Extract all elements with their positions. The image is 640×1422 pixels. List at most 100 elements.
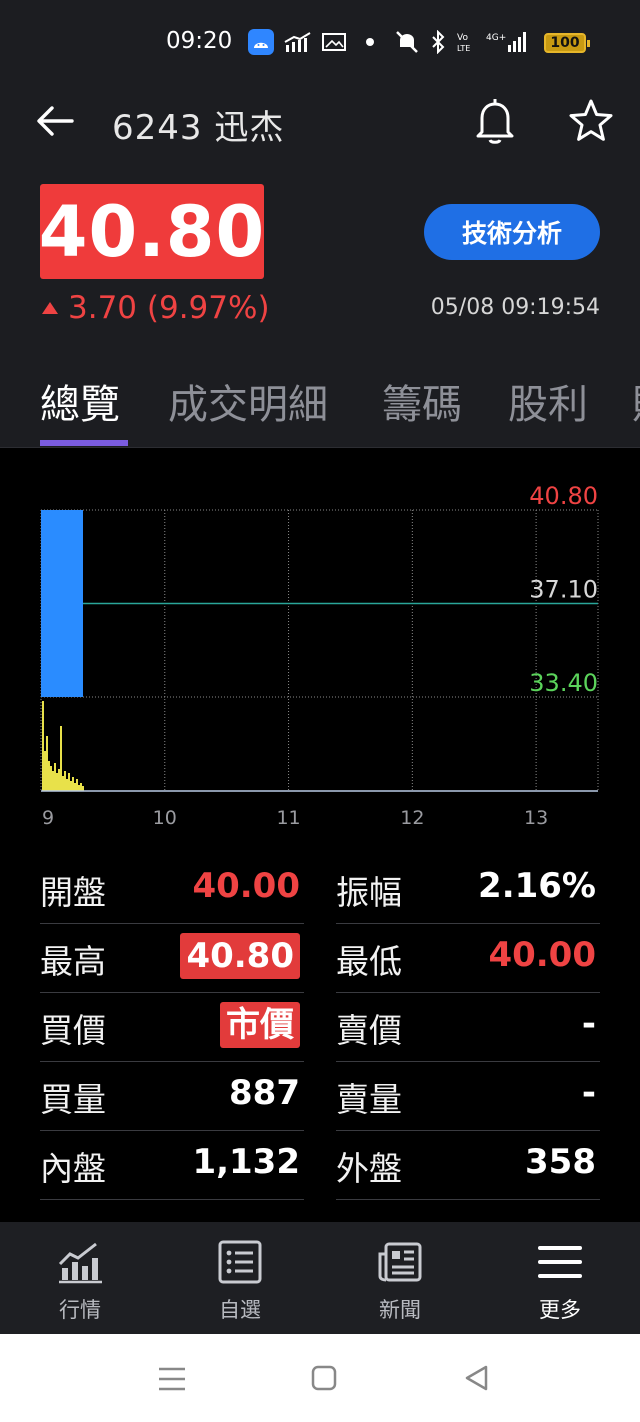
nav-more[interactable]: 更多	[480, 1222, 640, 1334]
volume-bar	[76, 779, 78, 791]
status-icons: Vo LTE 4G+	[248, 27, 526, 57]
price-area	[41, 510, 83, 697]
page-title: 6243 迅杰	[112, 108, 285, 148]
bottom-navigation: 行情 自選 新聞 更多	[0, 1222, 640, 1334]
nav-more-label: 更多	[539, 1298, 581, 1322]
mute-bell-icon	[396, 31, 418, 53]
volume-bar	[70, 781, 72, 791]
volume-bar	[50, 766, 52, 791]
x-axis-tick: 9	[42, 807, 54, 829]
tab-active-indicator	[40, 440, 128, 446]
home-icon	[311, 1365, 337, 1391]
alert-button[interactable]	[470, 96, 520, 146]
stat-value: 1,132	[192, 1142, 300, 1182]
back-button[interactable]	[34, 100, 76, 142]
home-button[interactable]	[304, 1362, 344, 1396]
stat-label: 賣量	[336, 1080, 402, 1119]
svg-text:LTE: LTE	[457, 44, 470, 53]
nav-quotes[interactable]: 行情	[0, 1222, 160, 1334]
volume-bar	[60, 726, 62, 791]
tab-bar: 總覽 成交明細 籌碼 股利 財	[0, 360, 640, 448]
volume-bar	[46, 736, 48, 791]
stat-label: 開盤	[40, 873, 106, 912]
stat-value: 40.00	[488, 935, 596, 975]
favorite-button[interactable]	[566, 96, 616, 146]
signal-4g-icon: 4G+	[486, 32, 526, 52]
tab-overview[interactable]: 總覽	[40, 372, 120, 430]
stat-value: -	[581, 1004, 596, 1044]
volume-bar	[74, 783, 76, 791]
stat-row-right: 賣量 -	[336, 1063, 600, 1131]
battery-icon: 100	[544, 33, 590, 53]
list-icon	[218, 1240, 262, 1284]
volte-icon: VoLTE	[457, 33, 470, 53]
stat-label: 買量	[40, 1080, 106, 1119]
nav-quotes-label: 行情	[59, 1298, 101, 1322]
bell-icon	[476, 99, 514, 144]
svg-text:Vo: Vo	[457, 33, 468, 43]
stat-label: 內盤	[40, 1149, 106, 1188]
intraday-chart[interactable]: 40.80 37.10 33.40 9 10 11 12 13	[0, 448, 640, 838]
chart-bar-icon	[58, 1242, 102, 1284]
system-back-button[interactable]	[458, 1362, 498, 1396]
recents-button[interactable]	[152, 1362, 192, 1396]
status-bar: 09:20 Vo LTE 4G+ 100	[0, 0, 640, 86]
tab-chips[interactable]: 籌碼	[382, 372, 462, 430]
system-navigation-bar	[0, 1334, 640, 1422]
x-axis-tick: 12	[400, 807, 424, 829]
stat-value: 2.16%	[478, 866, 596, 906]
stat-label: 最高	[40, 942, 106, 981]
nav-watchlist-label: 自選	[219, 1298, 261, 1322]
chart-canvas: 40.80 37.10 33.40 9 10 11 12 13	[40, 482, 599, 829]
tab-trade-details[interactable]: 成交明細	[168, 372, 328, 430]
stock-trend-icon	[284, 32, 311, 52]
stat-value: 358	[525, 1142, 596, 1182]
stat-label: 買價	[40, 1011, 106, 1050]
menu-icon	[538, 1246, 582, 1278]
volume-bar	[56, 773, 58, 791]
bluetooth-icon	[432, 30, 445, 54]
stat-row-left: 內盤 1,132	[40, 1132, 304, 1200]
volume-bar	[78, 785, 80, 791]
volume-bar	[58, 769, 60, 791]
stat-label: 振幅	[336, 873, 402, 912]
volume-bar	[66, 779, 68, 791]
nav-watchlist[interactable]: 自選	[160, 1222, 320, 1334]
volume-bar	[42, 701, 44, 791]
stat-row-left: 開盤 40.00	[40, 856, 304, 924]
stat-row-right: 振幅 2.16%	[336, 856, 600, 924]
stat-label: 最低	[336, 942, 402, 981]
stat-label: 賣價	[336, 1011, 402, 1050]
stat-value: 市價	[220, 1002, 300, 1048]
tab-financials[interactable]: 財	[632, 372, 640, 430]
volume-bar	[44, 751, 46, 791]
newspaper-icon	[378, 1242, 422, 1282]
x-axis-tick: 11	[276, 807, 300, 829]
technical-analysis-button[interactable]: 技術分析	[424, 204, 600, 260]
star-icon	[569, 99, 613, 141]
stat-row-right: 最低 40.00	[336, 925, 600, 993]
y-axis-label: 33.40	[529, 669, 598, 697]
y-axis-label: 40.80	[529, 482, 598, 510]
price-change: 3.70 (9.97%)	[42, 290, 270, 326]
tab-dividend[interactable]: 股利	[508, 372, 588, 430]
notification-dot-icon	[366, 38, 374, 46]
stat-row-right: 賣價 -	[336, 994, 600, 1062]
android-app-icon	[248, 29, 274, 55]
volume-bar	[52, 771, 54, 791]
quote-timestamp: 05/08 09:19:54	[430, 295, 600, 320]
y-axis-label: 37.10	[529, 576, 598, 604]
stat-row-right: 外盤 358	[336, 1132, 600, 1200]
price-change-value: 3.70 (9.97%)	[68, 290, 270, 326]
status-time: 09:20	[166, 28, 233, 54]
stat-value: -	[581, 1073, 596, 1113]
recents-icon	[159, 1367, 185, 1391]
nav-news[interactable]: 新聞	[320, 1222, 480, 1334]
volume-bar	[62, 776, 64, 791]
svg-text:4G+: 4G+	[486, 33, 506, 43]
stat-row-left: 買量 887	[40, 1063, 304, 1131]
stat-value: 40.80	[180, 933, 300, 979]
stats-panel: 開盤 40.00 最高 40.80 買價 市價買量 887 內盤 1,132 振幅 2.16% 最低…	[0, 838, 640, 1222]
stat-value: 40.00	[192, 866, 300, 906]
volume-bar	[64, 771, 66, 791]
